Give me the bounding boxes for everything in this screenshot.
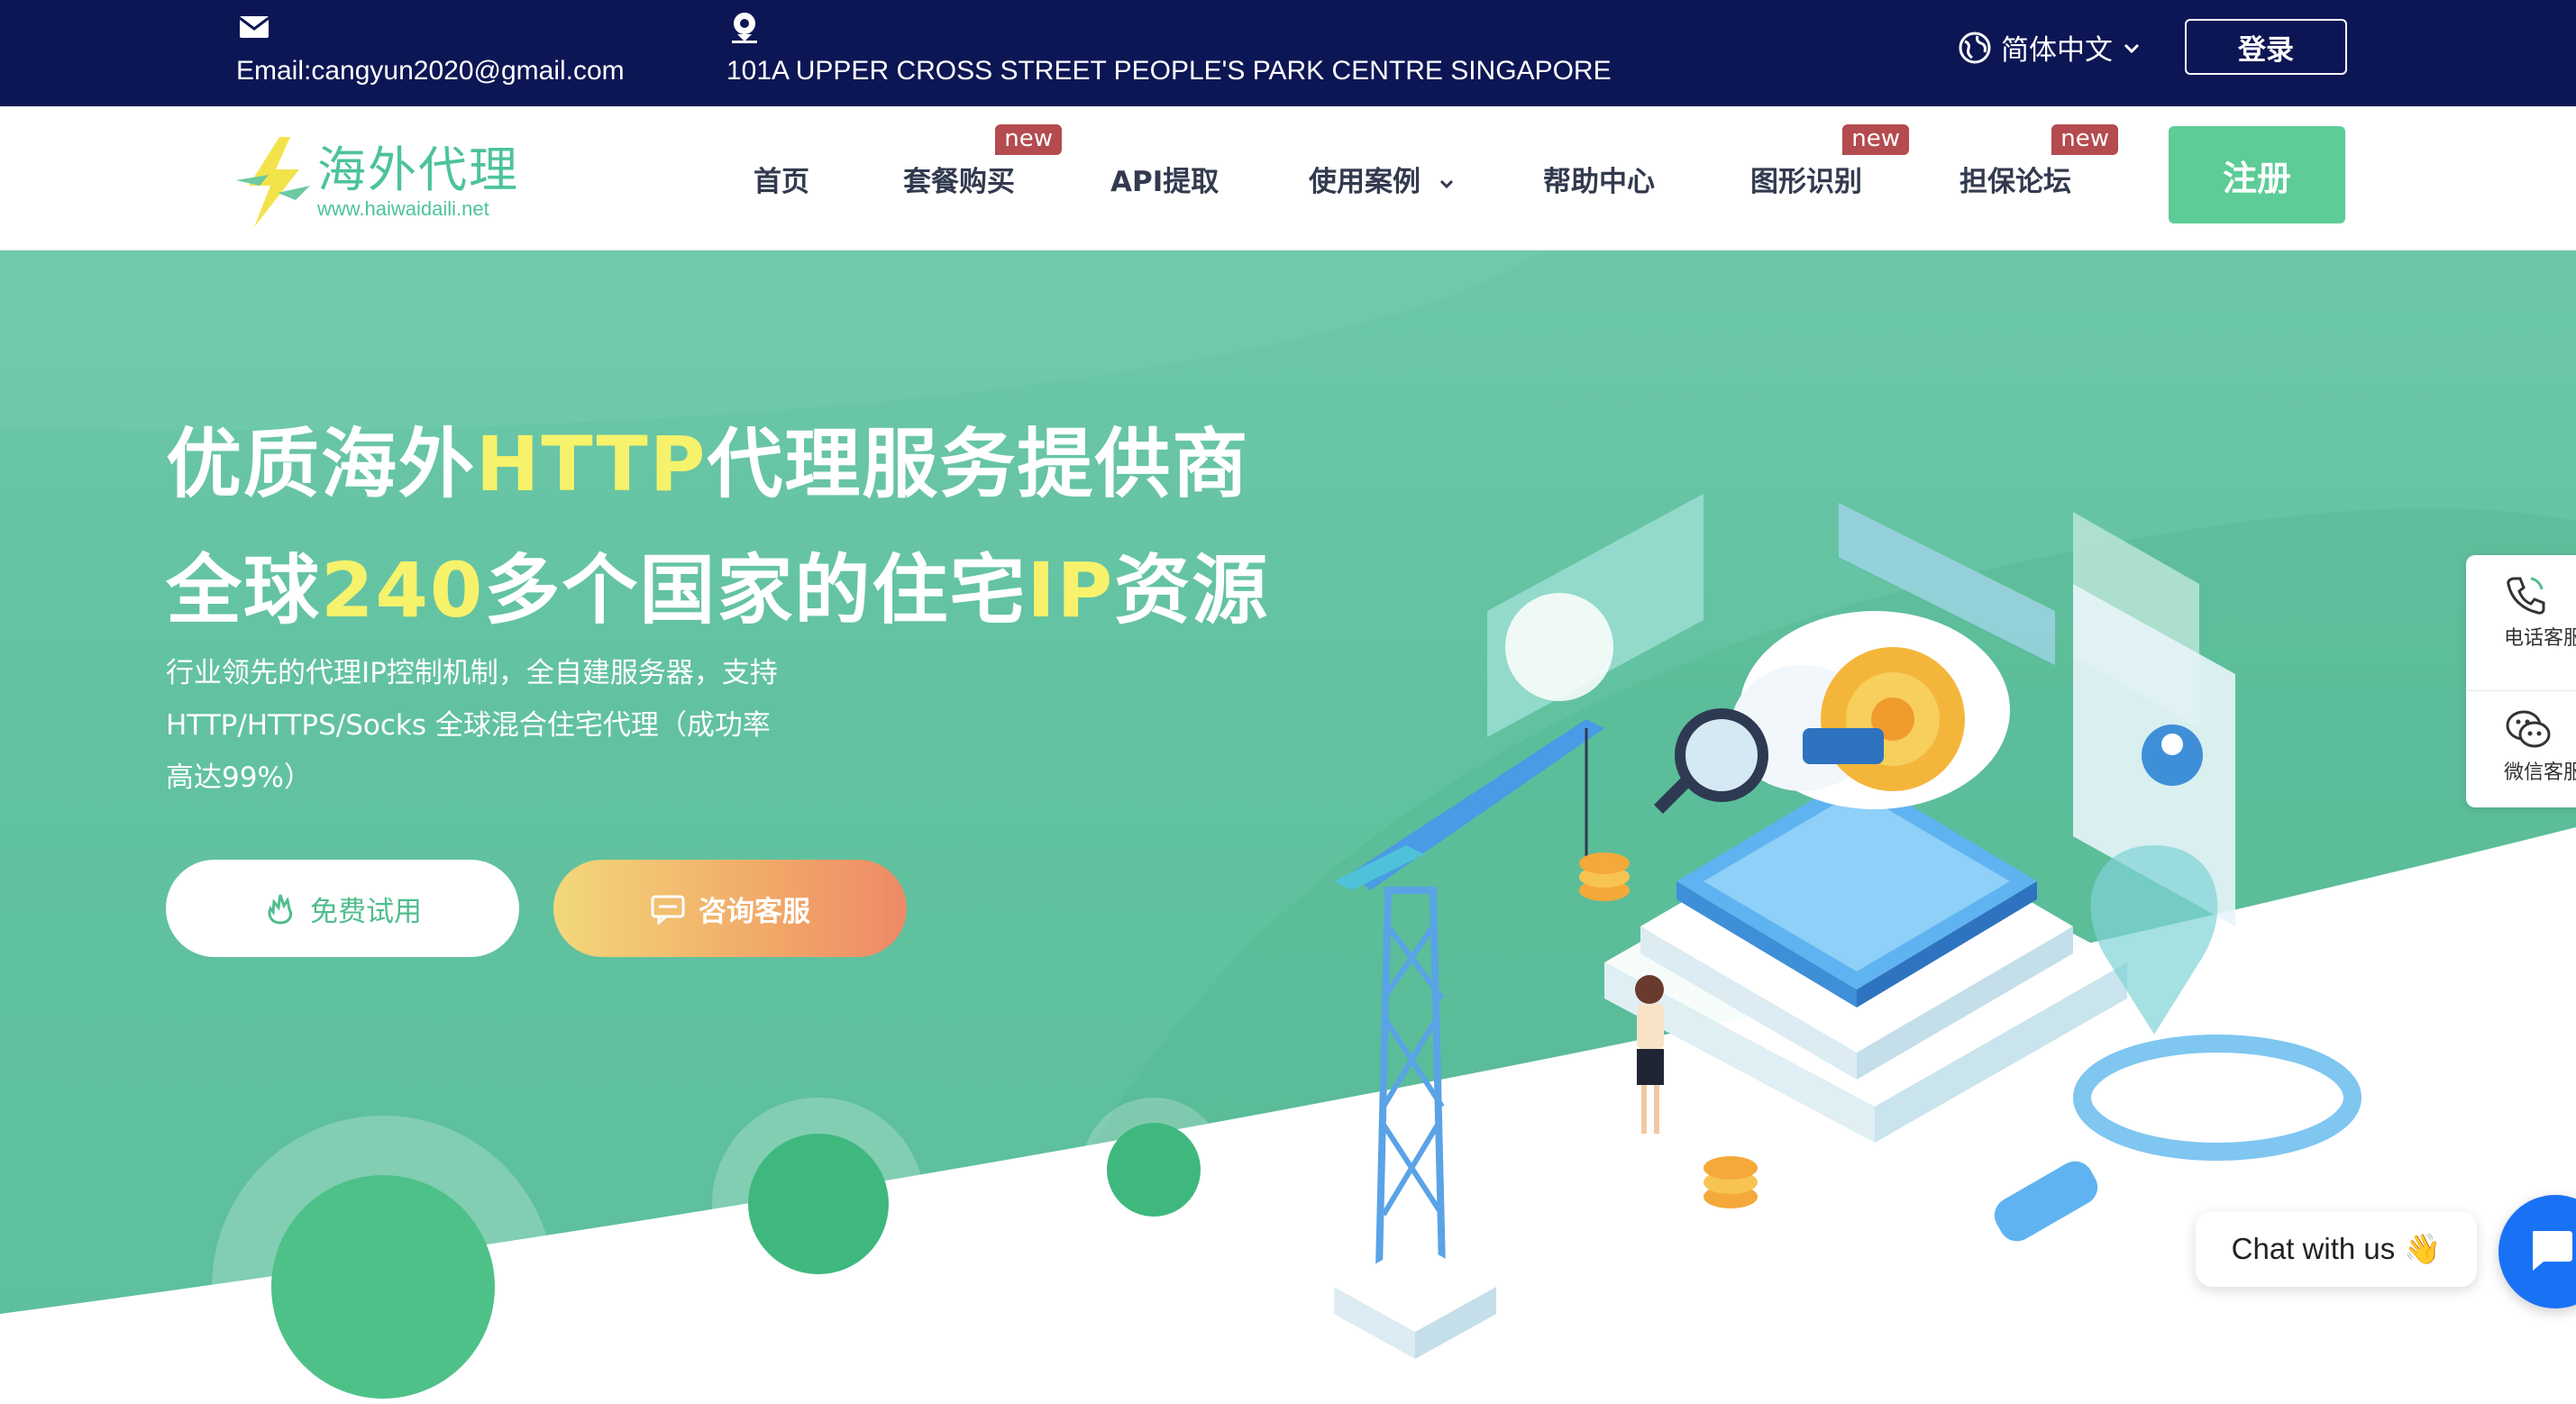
headline-text: 代理服务提供商: [707, 420, 1250, 508]
nav-use-cases[interactable]: 使用案例: [1309, 159, 1456, 199]
chat-icon: [651, 895, 685, 925]
nav-help-center[interactable]: 帮助中心: [1543, 159, 1655, 199]
chevron-down-icon: [1439, 179, 1453, 188]
hero-banner: 优质海外HTTP代理服务提供商 全球240多个国家的住宅IP资源 行业领先的代理…: [0, 251, 2576, 1404]
phone-support[interactable]: 电话客服: [2466, 573, 2576, 690]
top-info-bar: Email:cangyun2020@gmail.com 101A UPPER C…: [0, 0, 2576, 106]
description-line: 高达99%）: [166, 761, 312, 794]
phone-icon: [2507, 577, 2545, 615]
envelope-icon: [239, 16, 269, 38]
contact-email: Email:cangyun2020@gmail.com: [236, 9, 625, 87]
nav-forum-label: 担保论坛: [1959, 166, 2071, 198]
description-line: HTTP/HTTPS/Socks 全球混合住宅代理（成功率: [166, 709, 771, 742]
new-badge: new: [2051, 124, 2118, 155]
consult-support-button[interactable]: 咨询客服: [553, 860, 907, 957]
wechat-support[interactable]: 微信客服: [2466, 690, 2576, 807]
headline-text: 资源: [1114, 546, 1270, 634]
floating-support-panel: 电话客服 微信客服: [2466, 555, 2576, 807]
nav-api[interactable]: API提取: [1110, 159, 1219, 199]
location-pin-icon: [732, 13, 757, 43]
nav-packages[interactable]: 套餐购买 new: [903, 124, 1062, 199]
hero-headline-1: 优质海外HTTP代理服务提供商: [166, 404, 1249, 513]
headline-highlight: 240: [321, 546, 485, 634]
contact-address: 101A UPPER CROSS STREET PEOPLE'S PARK CE…: [726, 9, 1612, 87]
hero-headline-2: 全球240多个国家的住宅IP资源: [166, 530, 1269, 639]
nav-packages-label: 套餐购买: [903, 166, 1015, 198]
nav-home-label: 首页: [754, 166, 809, 198]
waving-hand-icon: 👋: [2404, 1231, 2442, 1265]
email-text: Email:cangyun2020@gmail.com: [236, 56, 625, 86]
nav-help-center-label: 帮助中心: [1543, 166, 1655, 198]
headline-highlight: IP: [1027, 546, 1115, 634]
chevron-down-icon: [2124, 43, 2140, 53]
phone-support-label: 电话客服: [2504, 627, 2576, 650]
logo-url: www.haiwaidaili.net: [317, 197, 489, 220]
main-navbar: 海外代理 www.haiwaidaili.net 首页 套餐购买 new API…: [0, 106, 2576, 251]
nav-home[interactable]: 首页: [754, 159, 809, 199]
new-badge: new: [1842, 124, 1909, 155]
wechat-support-label: 微信客服: [2504, 761, 2576, 784]
chat-prompt-bubble[interactable]: Chat with us 👋: [2196, 1211, 2477, 1287]
free-trial-button[interactable]: 免费试用: [166, 860, 519, 957]
headline-highlight: HTTP: [476, 420, 708, 508]
nav-captcha[interactable]: 图形识别 new: [1750, 124, 1909, 199]
consult-support-label: 咨询客服: [699, 895, 810, 927]
message-icon: [2533, 1231, 2572, 1271]
globe-icon: [1959, 32, 1991, 63]
language-selector[interactable]: 简体中文: [1958, 27, 2142, 68]
site-logo[interactable]: 海外代理 www.haiwaidaili.net: [233, 133, 519, 231]
register-button[interactable]: 注册: [2169, 126, 2345, 223]
address-text: 101A UPPER CROSS STREET PEOPLE'S PARK CE…: [726, 56, 1612, 86]
flame-icon: [268, 894, 293, 925]
headline-text: 优质海外: [166, 420, 477, 508]
nav-captcha-label: 图形识别: [1750, 166, 1862, 198]
description-line: 行业领先的代理IP控制机制，全自建服务器，支持: [166, 657, 778, 689]
headline-text: 多个国家的住宅: [484, 546, 1028, 634]
nav-forum[interactable]: 担保论坛 new: [1959, 124, 2118, 199]
new-badge: new: [995, 124, 1062, 155]
nav-use-cases-label: 使用案例: [1309, 166, 1420, 198]
lightning-logo-icon: [236, 137, 310, 227]
login-button[interactable]: 登录: [2185, 19, 2347, 75]
hero-description: 行业领先的代理IP控制机制，全自建服务器，支持 HTTP/HTTPS/Socks…: [166, 647, 851, 804]
nav-api-label: API提取: [1110, 166, 1219, 198]
headline-text: 全球: [166, 546, 322, 634]
logo-name: 海外代理: [317, 141, 519, 198]
free-trial-label: 免费试用: [310, 895, 422, 927]
chat-prompt-text: Chat with us: [2231, 1232, 2396, 1265]
language-label: 简体中文: [2001, 34, 2113, 67]
wechat-icon: [2506, 710, 2551, 748]
